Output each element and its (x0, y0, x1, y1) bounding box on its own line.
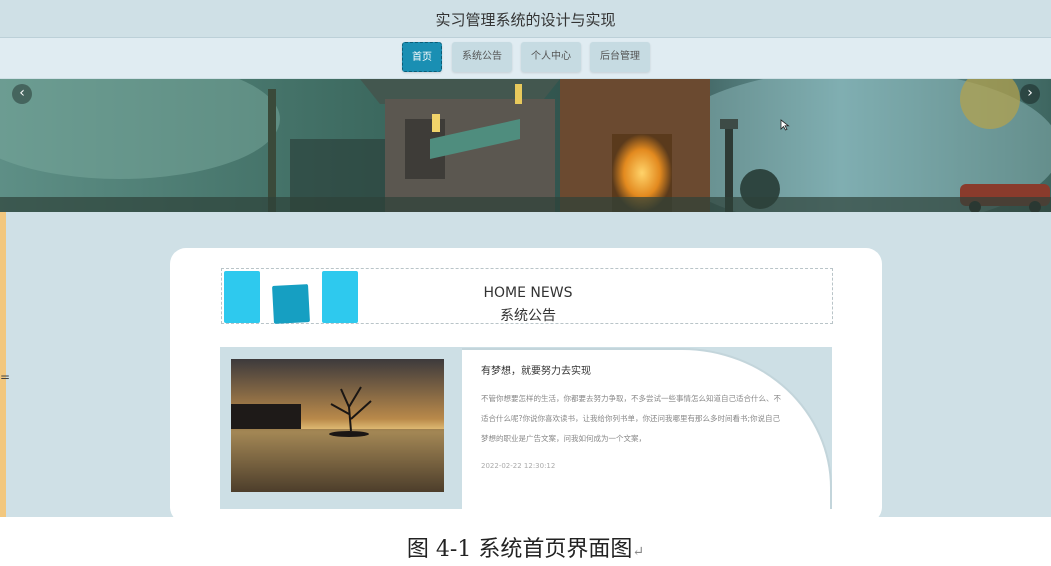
news-item-title[interactable]: 有梦想，就要努力去实现 (481, 362, 591, 377)
news-thumbnail[interactable] (231, 359, 444, 492)
nav-item-announcements[interactable]: 系统公告 (452, 42, 512, 72)
section-title-en: HOME NEWS (483, 285, 573, 301)
nav-item-admin[interactable]: 后台管理 (590, 42, 650, 72)
news-item-date: 2022-02-22 12:30:12 (481, 462, 556, 470)
paragraph-return-icon: ↵ (632, 544, 645, 560)
left-edge-strip (0, 212, 6, 517)
nav-bar: 首页 系统公告 个人中心 后台管理 (0, 38, 1051, 78)
mouse-cursor-icon (780, 119, 790, 131)
screenshot: 实习管理系统的设计与实现 首页 系统公告 个人中心 后台管理 ‹ › = HOM… (0, 0, 1051, 517)
news-item[interactable]: 有梦想，就要努力去实现 不管你想要怎样的生活，你都要去努力争取，不多尝试一些事情… (220, 347, 832, 509)
carousel-prev-button[interactable]: ‹ (12, 84, 32, 104)
carousel-banner[interactable]: ‹ › (0, 79, 1051, 212)
carousel-next-button[interactable]: › (1020, 84, 1040, 104)
nav-item-personal-center[interactable]: 个人中心 (521, 42, 581, 72)
news-item-summary: 不管你想要怎样的生活，你都要去努力争取，不多尝试一些事情怎么知道自己适合什么、不… (481, 394, 781, 443)
news-section-header: HOME NEWS 系统公告 (221, 268, 833, 324)
nav-item-home[interactable]: 首页 (402, 42, 442, 72)
site-title: 实习管理系统的设计与实现 (435, 11, 616, 29)
site-header: 实习管理系统的设计与实现 (0, 0, 1051, 38)
figure-caption: 图 4-1 系统首页界面图↵ (0, 531, 1051, 563)
banner-image (0, 79, 1051, 212)
section-title-cn: 系统公告 (500, 308, 556, 324)
left-edge-mark: = (0, 370, 11, 384)
figure-caption-text: 图 4-1 系统首页界面图 (406, 537, 633, 562)
